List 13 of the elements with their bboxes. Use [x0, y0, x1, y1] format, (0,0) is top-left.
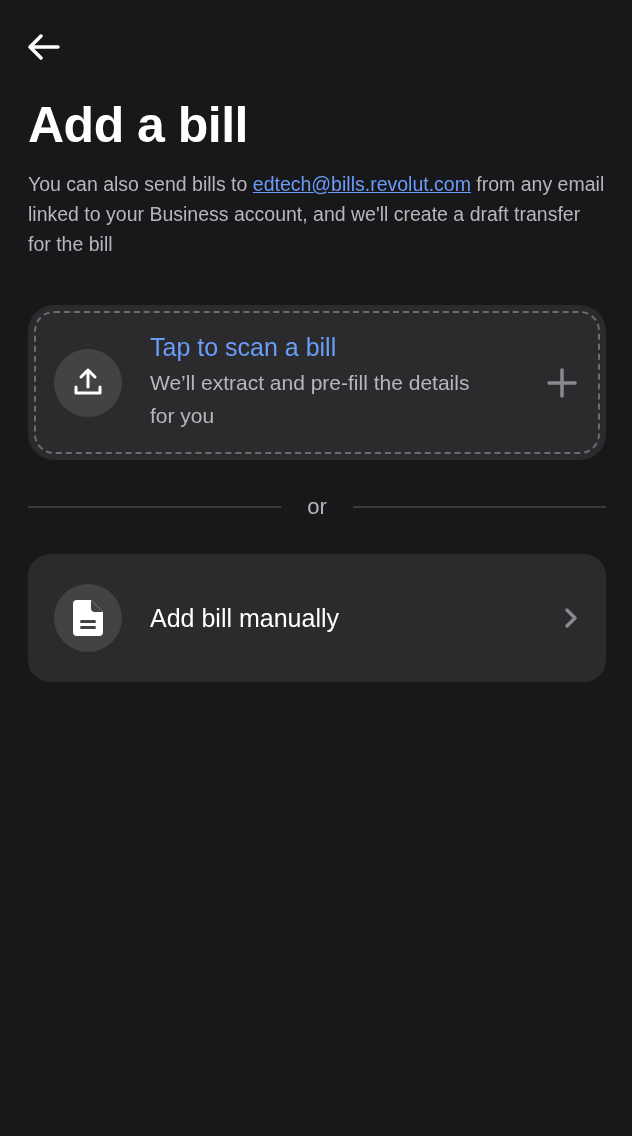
description-text: You can also send bills to edtech@bills.revolut.com from any email linked to your Business account, and we'll create a draft transfer for the bill	[28, 172, 606, 257]
option-title: Add bill manually	[150, 603, 340, 633]
manual-card[interactable]: Add bill manually	[28, 554, 606, 682]
chevron-right-icon	[564, 607, 578, 629]
document-icon	[73, 600, 103, 636]
email-link[interactable]: edtech@bills.revolut.com	[252, 173, 471, 195]
back-arrow-icon	[28, 34, 60, 60]
page-title: Add a bill	[28, 98, 249, 153]
plus-icon	[546, 366, 578, 399]
option-subtitle: We’ll extract and pre-fill the details for you	[150, 370, 470, 429]
or-separator: or	[307, 494, 327, 520]
scan-card[interactable]: Tap to scan a bill We’ll extract and pre-fill the details for you	[28, 305, 606, 460]
option-title: Tap to scan a bill	[150, 333, 338, 362]
